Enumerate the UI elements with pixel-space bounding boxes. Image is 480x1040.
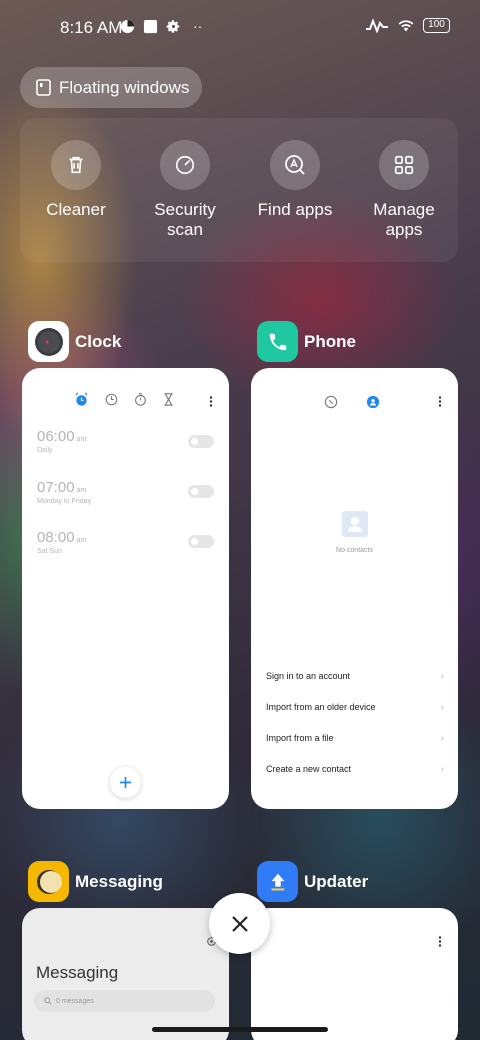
alarm-period: am bbox=[76, 436, 87, 443]
security-scan-label: Security scan bbox=[154, 200, 216, 239]
signal-activity-icon bbox=[365, 17, 389, 33]
floating-windows-label: Floating windows bbox=[59, 77, 190, 97]
updater-menu-icon[interactable] bbox=[438, 936, 442, 947]
alarm-toggle[interactable] bbox=[188, 435, 214, 448]
option-label: Import from a file bbox=[266, 733, 334, 743]
manage-apps-button[interactable]: Manage apps bbox=[349, 140, 459, 240]
messaging-app-header[interactable]: Messaging bbox=[28, 861, 163, 902]
more-notifications-indicator: ·· bbox=[193, 18, 203, 34]
messaging-search-field[interactable]: 0 messages bbox=[34, 990, 215, 1012]
phone-app-name: Phone bbox=[304, 331, 356, 351]
alarm-time: 06:00 bbox=[37, 428, 75, 445]
floating-window-icon bbox=[36, 79, 51, 96]
battery-indicator: 100 bbox=[423, 17, 450, 33]
recents-tab-icon[interactable] bbox=[324, 395, 338, 409]
chevron-right-icon: › bbox=[440, 671, 444, 682]
find-apps-button[interactable]: Find apps bbox=[240, 140, 350, 220]
messaging-app-name: Messaging bbox=[75, 871, 163, 891]
contact-placeholder-icon bbox=[341, 510, 369, 538]
messaging-search-placeholder: 0 messages bbox=[56, 997, 94, 1005]
clock-app-name: Clock bbox=[75, 331, 122, 351]
updater-app-card[interactable] bbox=[251, 908, 458, 1040]
world-clock-tab-icon[interactable] bbox=[105, 393, 118, 406]
find-apps-label: Find apps bbox=[257, 200, 333, 219]
plus-icon bbox=[119, 776, 132, 789]
clock-menu-icon[interactable] bbox=[209, 396, 213, 407]
home-indicator[interactable] bbox=[152, 1027, 328, 1032]
messaging-title: Messaging bbox=[36, 963, 119, 982]
alarm-toggle[interactable] bbox=[188, 535, 214, 548]
updater-app-name: Updater bbox=[304, 871, 369, 891]
add-alarm-button[interactable] bbox=[110, 767, 141, 798]
manage-apps-label: Manage apps bbox=[373, 200, 435, 239]
alarm-period: am bbox=[76, 537, 87, 544]
clock-app-icon bbox=[28, 321, 69, 362]
status-bar: 8:16 AM ·· 100 bbox=[0, 0, 480, 56]
alarm-repeat: Daily bbox=[37, 447, 53, 454]
option-label: Import from an older device bbox=[266, 702, 376, 712]
speedometer-icon bbox=[160, 140, 210, 190]
notification-square-icon bbox=[143, 19, 158, 34]
import-file-option[interactable]: Import from a file › bbox=[266, 733, 444, 744]
contacts-tab-icon[interactable] bbox=[366, 395, 380, 409]
security-scan-button[interactable]: Security scan bbox=[130, 140, 240, 240]
grid-icon bbox=[379, 140, 429, 190]
alarm-time: 07:00 bbox=[37, 479, 75, 496]
floating-windows-button[interactable]: Floating windows bbox=[20, 67, 202, 108]
alarm-repeat: Sat Sun bbox=[37, 548, 62, 555]
alarm-tab-icon[interactable] bbox=[74, 392, 89, 407]
cleaner-label: Cleaner bbox=[46, 200, 106, 219]
phone-app-card[interactable]: No contacts Sign in to an account › Impor… bbox=[251, 368, 458, 809]
alarm-period: am bbox=[76, 487, 87, 494]
chevron-right-icon: › bbox=[440, 733, 444, 744]
data-saver-icon bbox=[120, 19, 135, 34]
updater-app-icon bbox=[257, 861, 298, 902]
updater-app-header[interactable]: Updater bbox=[257, 861, 368, 902]
app-search-icon bbox=[270, 140, 320, 190]
sign-in-option[interactable]: Sign in to an account › bbox=[266, 671, 444, 682]
phone-app-header[interactable]: Phone bbox=[257, 321, 356, 362]
chevron-right-icon: › bbox=[440, 702, 444, 713]
clock-app-header[interactable]: Clock bbox=[28, 321, 121, 362]
option-label: Create a new contact bbox=[266, 764, 352, 774]
no-contacts-text: No contacts bbox=[336, 547, 373, 554]
alarm-time: 08:00 bbox=[37, 529, 75, 546]
clock-app-card[interactable]: 06:00 am Daily 07:00 am Monday to Friday 0… bbox=[22, 368, 229, 809]
alarm-item[interactable]: 06:00 am Daily bbox=[37, 428, 86, 454]
timer-tab-icon[interactable] bbox=[163, 393, 174, 406]
clear-all-button[interactable] bbox=[209, 893, 270, 954]
wifi-icon bbox=[397, 18, 415, 33]
chevron-right-icon: › bbox=[440, 764, 444, 775]
status-time: 8:16 AM bbox=[60, 18, 123, 37]
create-contact-option[interactable]: Create a new contact › bbox=[266, 764, 444, 775]
alarm-item[interactable]: 07:00 am Monday to Friday bbox=[37, 479, 91, 505]
messaging-app-card[interactable]: Messaging 0 messages bbox=[22, 908, 229, 1040]
option-label: Sign in to an account bbox=[266, 671, 351, 681]
trash-icon bbox=[51, 140, 101, 190]
alarm-repeat: Monday to Friday bbox=[37, 498, 92, 505]
import-older-device-option[interactable]: Import from an older device › bbox=[266, 702, 444, 713]
phone-app-icon bbox=[257, 321, 298, 362]
settings-gear-icon bbox=[166, 19, 181, 34]
phone-menu-icon[interactable] bbox=[438, 396, 442, 407]
stopwatch-tab-icon[interactable] bbox=[134, 393, 147, 406]
alarm-item[interactable]: 08:00 am Sat Sun bbox=[37, 529, 86, 555]
search-icon bbox=[44, 997, 52, 1005]
messaging-app-icon bbox=[28, 861, 69, 902]
close-icon bbox=[231, 915, 249, 933]
empty-contacts-state: No contacts bbox=[251, 510, 458, 554]
cleaner-button[interactable]: Cleaner bbox=[21, 140, 131, 220]
alarm-toggle[interactable] bbox=[188, 485, 214, 498]
